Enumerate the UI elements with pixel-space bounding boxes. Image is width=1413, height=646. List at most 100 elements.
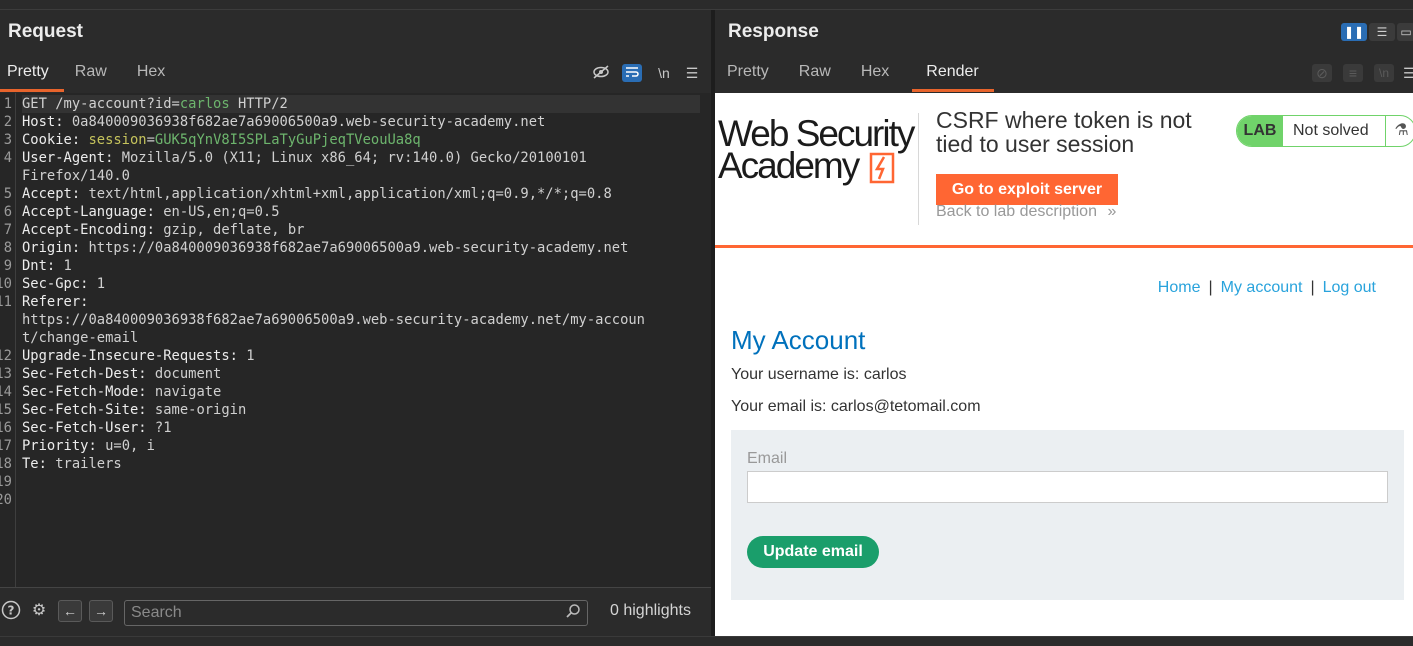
hide-nonprintable-icon: ⊘ [1312, 64, 1332, 82]
request-line: Sec-Gpc: 1 [22, 275, 105, 293]
settings-gear-icon[interactable]: ⚙ [28, 600, 50, 622]
request-line: Accept: text/html,application/xhtml+xml,… [22, 185, 612, 203]
request-line: Referer: [22, 293, 97, 311]
line-number: 9 [3, 258, 12, 274]
tab-render[interactable]: Render [912, 62, 995, 92]
request-token: Cookie: [22, 132, 89, 148]
double-chevron-right-icon: » [1107, 203, 1117, 220]
line-number: 12 [0, 348, 12, 364]
line-number: 4 [3, 150, 12, 166]
line-number: 17 [0, 438, 12, 454]
response-pane: Response ❚❚ ☰ ▭ Pretty Raw Hex Render ⊘ … [715, 10, 1413, 636]
lab-label: LAB [1237, 116, 1283, 146]
help-icon[interactable]: ? [0, 600, 22, 622]
nav-my-account-link[interactable]: My account [1221, 279, 1303, 296]
line-number: 7 [3, 222, 12, 238]
request-token: HTTP/2 [229, 96, 288, 112]
line-number: 16 [0, 420, 12, 436]
tab-pretty[interactable]: Pretty [0, 62, 64, 92]
request-editor[interactable]: 1 GET /my-account?id=carlos HTTP/2 2 Host: … [0, 93, 711, 587]
nav-separator: | [1208, 279, 1213, 296]
back-to-lab-description-link[interactable]: Back to lab description » [936, 203, 1116, 221]
search-icon[interactable] [565, 603, 581, 622]
request-token: Sec-Gpc: [22, 276, 97, 292]
tab-pretty[interactable]: Pretty [720, 62, 784, 92]
request-token: Sec-Fetch-User: [22, 420, 155, 436]
back-arrow-button[interactable]: ← [58, 600, 82, 622]
header-divider [715, 245, 1413, 248]
request-token: Referer: [22, 294, 97, 310]
line-number: 10 [0, 276, 12, 292]
nav-logout-link[interactable]: Log out [1323, 279, 1376, 296]
wrap-lines-icon[interactable] [622, 64, 642, 82]
line-gutter [0, 93, 16, 587]
request-line: Accept-Language: en-US,en;q=0.5 [22, 203, 280, 221]
request-token: t/change-email [22, 330, 139, 346]
request-pane: Request Pretty Raw Hex \n ☰ 1 GET /my-acc… [0, 10, 711, 636]
tab-hex[interactable]: Hex [854, 62, 904, 92]
username-line: Your username is: carlos [731, 366, 907, 383]
request-line: Sec-Fetch-Site: same-origin [22, 401, 246, 419]
request-token: Te: [22, 456, 56, 472]
request-line: Sec-Fetch-Dest: document [22, 365, 221, 383]
request-token: navigate [154, 384, 222, 400]
request-token: https://0a840009036938f682ae7a69006500a9… [22, 312, 645, 328]
request-line: Origin: https://0a840009036938f682ae7a69… [22, 239, 628, 257]
line-number: 19 [0, 474, 12, 490]
split-horizontal-view-icon[interactable]: ❚❚ [1341, 23, 1367, 41]
forward-arrow-button[interactable]: → [89, 600, 113, 622]
request-line: https://0a840009036938f682ae7a69006500a9… [22, 311, 645, 329]
request-token: 1 [246, 348, 255, 364]
web-security-academy-logo[interactable]: Web Security Academy [718, 115, 918, 185]
request-line: Te: trailers [22, 455, 122, 473]
tab-raw[interactable]: Raw [792, 62, 846, 92]
wrap-lines-icon: ≡ [1343, 64, 1363, 82]
tabs-view-icon[interactable]: ▭ [1397, 23, 1413, 41]
request-token: https://0a840009036938f682ae7a69006500a9… [88, 240, 629, 256]
request-token: Priority: [22, 438, 106, 454]
email-field[interactable] [747, 471, 1388, 503]
response-tabs: Pretty Raw Hex Render [720, 62, 1002, 92]
tab-raw[interactable]: Raw [68, 62, 122, 92]
hide-nonprintable-icon[interactable] [591, 64, 611, 82]
svg-text:?: ? [8, 604, 15, 618]
request-token: 1 [96, 276, 106, 292]
request-token: Accept-Encoding: [22, 222, 164, 238]
menu-icon[interactable]: ☰ [682, 64, 702, 82]
rendered-page: Web Security Academy CSRF where token is… [715, 93, 1413, 636]
newline-toggle[interactable]: \n [654, 64, 674, 82]
lab-status-badge: LAB Not solved ⚗ [1236, 115, 1413, 147]
top-strip [0, 0, 1413, 10]
line-number: 5 [3, 186, 12, 202]
line-number: 2 [3, 114, 12, 130]
request-line: Dnt: 1 [22, 257, 72, 275]
request-line: Sec-Fetch-Mode: navigate [22, 383, 221, 401]
highlights-count: 0 highlights [610, 602, 691, 619]
change-email-form: Email Update email [731, 430, 1404, 600]
request-line: User-Agent: Mozilla/5.0 (X11; Linux x86_… [22, 149, 587, 167]
nav-home-link[interactable]: Home [1158, 279, 1201, 296]
request-token: same-origin [154, 402, 247, 418]
request-bottom-bar: ? ⚙ ← → 0 highlights [0, 587, 711, 636]
line-number: 11 [0, 294, 12, 310]
back-link-label: Back to lab description [936, 203, 1097, 220]
line-number: 18 [0, 456, 12, 472]
tab-hex[interactable]: Hex [130, 62, 180, 92]
request-line: Sec-Fetch-User: ?1 [22, 419, 172, 437]
request-token: Host: [22, 114, 72, 130]
request-token: Accept: [22, 186, 89, 202]
go-to-exploit-server-button[interactable]: Go to exploit server [936, 174, 1118, 205]
split-vertical-view-icon[interactable]: ☰ [1369, 23, 1395, 41]
request-token: text/html,application/xhtml+xml,applicat… [88, 186, 612, 202]
search-input[interactable] [131, 603, 551, 623]
request-token: Origin: [22, 240, 89, 256]
update-email-button[interactable]: Update email [747, 536, 879, 568]
request-token: u=0, i [105, 438, 155, 454]
logo-separator [918, 113, 919, 225]
request-token: Firefox/140.0 [22, 168, 130, 184]
line-number: 6 [3, 204, 12, 220]
request-line: Priority: u=0, i [22, 437, 155, 455]
line-number: 14 [0, 384, 12, 400]
menu-icon[interactable]: ☰ [1403, 64, 1413, 82]
request-token: Mozilla/5.0 (X11; Linux x86_64; rv:140.0… [121, 150, 587, 166]
